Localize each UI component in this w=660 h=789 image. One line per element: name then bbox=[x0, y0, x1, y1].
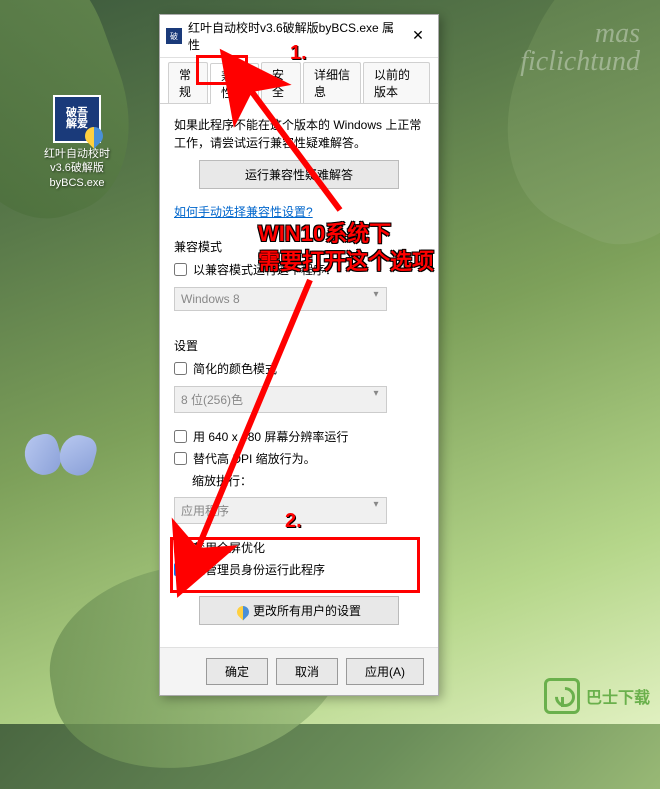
tab-compatibility[interactable]: 兼容性 bbox=[210, 63, 259, 104]
run-as-admin-check[interactable] bbox=[174, 563, 187, 576]
tab-content: 如果此程序不能在这个版本的 Windows 上正常工作，请尝试运行兼容性疑难解答… bbox=[160, 104, 438, 647]
close-button[interactable]: ✕ bbox=[404, 26, 432, 46]
compat-os-select: Windows 8 bbox=[174, 287, 387, 311]
watermark-text: 巴士下载 bbox=[586, 684, 650, 708]
reduced-color-checkbox[interactable]: 简化的颜色模式 bbox=[174, 360, 424, 377]
watermark-icon bbox=[544, 678, 580, 714]
reduced-color-text: 简化的颜色模式 bbox=[193, 360, 277, 377]
desktop-icon-label: 红叶自动校时v3.6破解版byBCS.exe bbox=[38, 147, 116, 190]
dpi-select: 应用程序 bbox=[174, 497, 387, 524]
annotation-text: WIN10系统下 需要打开这个选项 bbox=[258, 220, 434, 275]
exe-icon: 破吾解爱 bbox=[53, 95, 101, 143]
tab-previous-versions[interactable]: 以前的版本 bbox=[363, 62, 430, 103]
properties-dialog: 破 红叶自动校时v3.6破解版byBCS.exe 属性 ✕ 常规 兼容性 安全 … bbox=[159, 14, 439, 696]
dpi-select-wrap: 应用程序 bbox=[174, 493, 387, 534]
color-select-wrap: 8 位(256)色 bbox=[174, 382, 387, 423]
dpi-override-check[interactable] bbox=[174, 452, 187, 465]
dialog-actions: 确定 取消 应用(A) bbox=[160, 647, 438, 695]
tab-general[interactable]: 常规 bbox=[168, 62, 208, 103]
dpi-override-text: 替代高 DPI 缩放行为。 bbox=[193, 450, 316, 467]
run-as-admin-checkbox[interactable]: 以管理员身份运行此程序 bbox=[174, 561, 424, 578]
fullscreen-opt-text: 禁用全屏优化 bbox=[193, 539, 265, 556]
watermark-top-right: masficlichtund bbox=[520, 20, 640, 76]
cancel-button[interactable]: 取消 bbox=[276, 658, 338, 685]
compat-os-select-wrap: Windows 8 bbox=[174, 283, 387, 321]
change-all-users-button[interactable]: 更改所有用户的设置 bbox=[199, 596, 399, 625]
dpi-override-checkbox[interactable]: 替代高 DPI 缩放行为。 bbox=[174, 450, 424, 467]
fullscreen-opt-checkbox[interactable]: 禁用全屏优化 bbox=[174, 539, 424, 556]
run-as-admin-text: 以管理员身份运行此程序 bbox=[193, 561, 325, 578]
apply-button[interactable]: 应用(A) bbox=[346, 658, 424, 685]
desktop-exe-icon[interactable]: 破吾解爱 红叶自动校时v3.6破解版byBCS.exe bbox=[38, 95, 116, 190]
settings-label: 设置 bbox=[174, 337, 424, 354]
low-res-checkbox[interactable]: 用 640 x 480 屏幕分辨率运行 bbox=[174, 428, 424, 445]
fullscreen-opt-check[interactable] bbox=[174, 541, 187, 554]
low-res-check[interactable] bbox=[174, 430, 187, 443]
annotation-number-1: 1. bbox=[290, 42, 307, 65]
low-res-text: 用 640 x 480 屏幕分辨率运行 bbox=[193, 428, 348, 445]
bottom-watermark: 巴士下载 bbox=[544, 678, 650, 714]
annotation-line-2: 需要打开这个选项 bbox=[258, 248, 434, 276]
annotation-number-2: 2. bbox=[285, 510, 302, 533]
color-select: 8 位(256)色 bbox=[174, 386, 387, 413]
bg-butterfly bbox=[20, 430, 100, 500]
manual-settings-link[interactable]: 如何手动选择兼容性设置? bbox=[174, 203, 313, 220]
ok-button[interactable]: 确定 bbox=[206, 658, 268, 685]
dialog-app-icon: 破 bbox=[166, 28, 182, 44]
troubleshoot-button[interactable]: 运行兼容性疑难解答 bbox=[199, 160, 399, 189]
tab-security[interactable]: 安全 bbox=[261, 62, 301, 103]
annotation-line-1: WIN10系统下 bbox=[258, 220, 434, 248]
tab-details[interactable]: 详细信息 bbox=[303, 62, 361, 103]
compat-mode-check[interactable] bbox=[174, 263, 187, 276]
compat-info-text: 如果此程序不能在这个版本的 Windows 上正常工作，请尝试运行兼容性疑难解答… bbox=[174, 116, 424, 152]
dpi-sublabel: 缩放执行： bbox=[192, 472, 424, 489]
reduced-color-check[interactable] bbox=[174, 362, 187, 375]
